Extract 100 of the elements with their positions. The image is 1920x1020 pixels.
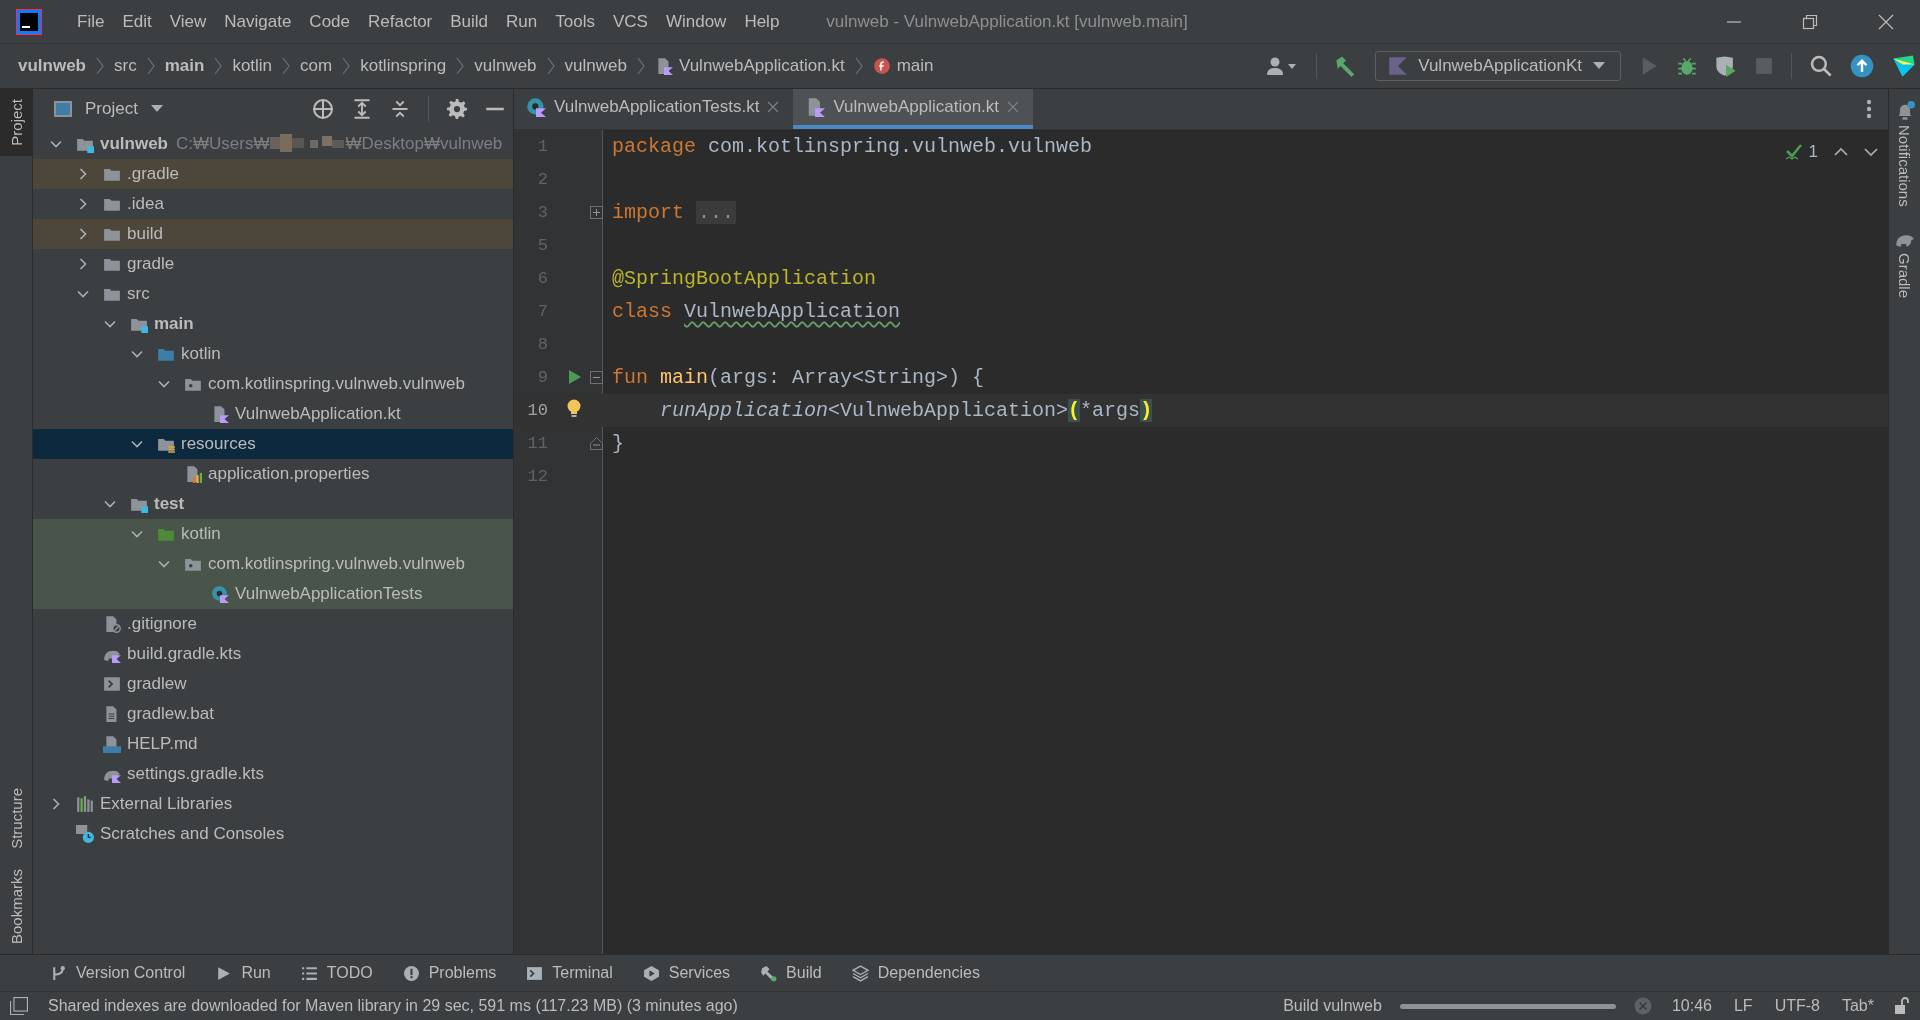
lock-icon[interactable] <box>1894 997 1910 1015</box>
tree-item[interactable]: .gitignore <box>33 609 513 639</box>
tree-item[interactable]: kotlin <box>33 519 513 549</box>
tool-window-tab[interactable]: Structure <box>0 778 32 859</box>
tree-item[interactable]: kotlin <box>33 339 513 369</box>
status-field[interactable]: Tab* <box>1839 997 1876 1015</box>
tool-window-tab[interactable]: Build <box>760 964 822 982</box>
editor-tab[interactable]: VulnwebApplicationTests.kt <box>514 89 794 129</box>
status-field[interactable]: UTF-8 <box>1772 997 1822 1015</box>
panel-toggle-icon[interactable] <box>10 997 28 1015</box>
chevron-icon <box>214 57 223 75</box>
code-line: } <box>611 432 624 455</box>
tree-item[interactable]: com.kotlinspring.vulnweb.vulnweb <box>33 549 513 579</box>
menu-item[interactable]: Build <box>441 7 498 36</box>
restore-icon[interactable] <box>1802 13 1818 30</box>
shell-file-icon <box>103 675 121 693</box>
run-icon <box>215 964 233 982</box>
menu-item[interactable]: Navigate <box>215 7 301 36</box>
locate-icon[interactable] <box>312 98 334 120</box>
tree-item[interactable]: gradlew <box>33 669 513 699</box>
menu-item[interactable]: Tools <box>546 7 604 36</box>
previous-icon[interactable] <box>1834 147 1848 157</box>
tree-item[interactable]: src <box>33 279 513 309</box>
tree-item[interactable]: com.kotlinspring.vulnweb.vulnweb <box>33 369 513 399</box>
tree-item[interactable]: External Libraries <box>33 789 513 819</box>
menu-item[interactable]: Window <box>656 7 736 36</box>
tool-window-tab[interactable]: Run <box>215 964 271 982</box>
status-field[interactable]: LF <box>1731 997 1755 1015</box>
tool-window-tab[interactable]: Gradle <box>1889 216 1920 308</box>
next-icon[interactable] <box>1864 147 1878 157</box>
menu-item[interactable]: Run <box>497 7 547 36</box>
tree-item[interactable]: HELP.md <box>33 729 513 759</box>
breadcrumb-item[interactable]: main <box>164 56 205 76</box>
tree-item[interactable]: settings.gradle.kts <box>33 759 513 789</box>
fold-icon[interactable] <box>590 437 603 450</box>
window-title: vulnweb - VulnwebApplication.kt [vulnweb.main] <box>826 11 1188 32</box>
tool-window-tab[interactable]: Project <box>0 89 32 156</box>
tree-item[interactable]: gradlew.bat <box>33 699 513 729</box>
tool-window-tab[interactable]: Notifications <box>1889 89 1920 217</box>
update-icon[interactable] <box>1850 54 1874 78</box>
debug-icon[interactable] <box>1677 56 1697 76</box>
tool-window-tab[interactable]: Problems <box>402 964 497 982</box>
logo-icon[interactable] <box>1892 54 1916 78</box>
tool-window-tab[interactable]: Bookmarks <box>0 858 32 954</box>
more-icon[interactable] <box>1866 99 1872 119</box>
menu-item[interactable]: File <box>68 7 114 36</box>
tool-window-tab[interactable]: Version Control <box>50 964 186 982</box>
coverage-icon[interactable] <box>1715 55 1737 77</box>
tree-item[interactable]: Scratches and Consoles <box>33 819 513 849</box>
menu-item[interactable]: Code <box>300 7 359 36</box>
breadcrumb-item[interactable]: VulnwebApplication.kt <box>654 56 845 76</box>
tree-item[interactable]: gradle <box>33 249 513 279</box>
tree-item[interactable]: .idea <box>33 189 513 219</box>
menu-item[interactable]: Refactor <box>359 7 442 36</box>
tree-item[interactable]: main <box>33 309 513 339</box>
fold-icon[interactable] <box>590 371 603 384</box>
menu-item[interactable]: VCS <box>603 7 657 36</box>
run-configuration-dropdown[interactable]: VulnwebApplicationKt <box>1375 51 1621 81</box>
task-name[interactable]: Build vulnweb <box>1283 997 1382 1015</box>
list-icon <box>300 964 318 982</box>
menu-item[interactable]: Help <box>735 7 789 36</box>
tree-item[interactable]: test <box>33 489 513 519</box>
tree-item[interactable]: VulnwebApplicationTests <box>33 579 513 609</box>
collapse-all-icon[interactable] <box>390 99 410 119</box>
breadcrumb-item[interactable]: kotlin <box>232 56 273 76</box>
tree-item[interactable]: .gradle <box>33 159 513 189</box>
expand-all-icon[interactable] <box>352 99 372 119</box>
tree-item[interactable]: resources <box>33 429 513 459</box>
tree-item[interactable]: application.properties <box>33 459 513 489</box>
status-field[interactable]: 10:46 <box>1669 997 1714 1015</box>
editor-tab[interactable]: VulnwebApplication.kt <box>793 89 1034 129</box>
menu-item[interactable]: View <box>160 7 216 36</box>
breadcrumb-item[interactable]: vulnweb <box>474 56 537 76</box>
breadcrumb-item[interactable]: main <box>872 56 934 76</box>
breadcrumb-item[interactable]: vulnweb <box>18 56 86 76</box>
lightbulb-icon[interactable] <box>566 399 582 419</box>
tree-item[interactable]: build.gradle.kts <box>33 639 513 669</box>
breadcrumb-item[interactable]: kotlinspring <box>360 56 447 76</box>
tree-item[interactable]: build <box>33 219 513 249</box>
inspection-status[interactable]: 1 <box>1784 142 1818 162</box>
run-icon[interactable] <box>568 369 582 385</box>
tool-window-tab[interactable]: Dependencies <box>851 964 980 982</box>
settings-icon[interactable] <box>447 99 467 119</box>
tool-window-tab[interactable]: Services <box>642 964 731 982</box>
tool-window-tab[interactable]: Terminal <box>526 964 613 982</box>
status-message[interactable]: Shared indexes are downloaded for Maven library in 29 sec, 591 ms (117.23 MB) (3 minutes ago) <box>48 997 738 1015</box>
breadcrumb-item[interactable]: com <box>300 56 333 76</box>
breadcrumb-item[interactable]: src <box>114 56 137 76</box>
fold-icon[interactable] <box>590 206 603 219</box>
close-icon[interactable] <box>767 101 780 113</box>
menu-item[interactable]: Edit <box>113 7 161 36</box>
tree-item[interactable]: vulnweb C:₩Users₩ ₩Desktop₩vulnweb <box>33 129 513 159</box>
project-view-dropdown[interactable]: Project <box>53 99 164 119</box>
search-icon[interactable] <box>1810 55 1832 77</box>
close-icon[interactable] <box>1878 13 1894 30</box>
tool-window-tab[interactable]: TODO <box>300 964 373 982</box>
tree-item[interactable]: VulnwebApplication.kt <box>33 399 513 429</box>
code-line: fun main(args: Array<String>) { <box>611 366 985 389</box>
user-icon[interactable] <box>1266 56 1299 76</box>
breadcrumb-item[interactable]: vulnweb <box>564 56 627 76</box>
